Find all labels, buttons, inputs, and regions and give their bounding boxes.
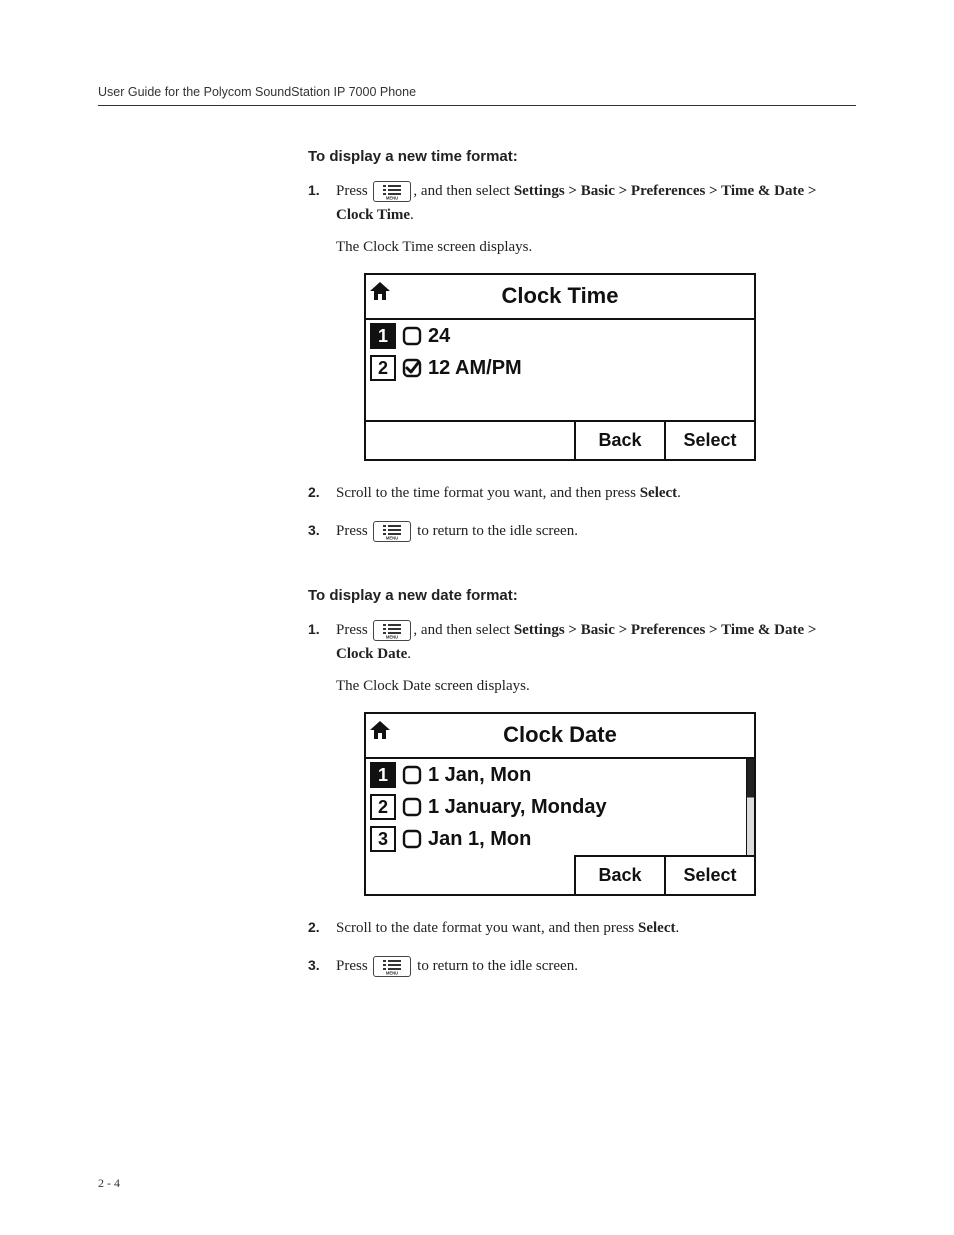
step-caption: The Clock Date screen displays. — [336, 674, 848, 698]
softkey-bar: Back Select — [366, 420, 754, 459]
menu-key-icon: MENU — [373, 620, 411, 641]
date-step-3: 3. Press MENU to return to the idle scre… — [308, 954, 848, 978]
home-icon — [368, 277, 392, 312]
option-index: 2 — [370, 355, 396, 381]
screen-title: Clock Date — [503, 722, 617, 747]
text-fragment: , and then select — [413, 183, 513, 199]
radio-checked-icon — [402, 358, 422, 378]
home-icon — [368, 716, 392, 751]
option-index: 2 — [370, 794, 396, 820]
step-caption: The Clock Time screen displays. — [336, 235, 848, 259]
step-number: 3. — [308, 519, 320, 541]
bold-select: Select — [638, 920, 675, 936]
text-fragment: Scroll to the date format you want, and … — [336, 920, 638, 936]
menu-key-icon: MENU — [373, 956, 411, 977]
menu-key-icon: MENU — [373, 181, 411, 202]
text-fragment: . — [677, 485, 681, 501]
heading-date-format: To display a new date format: — [308, 587, 848, 604]
option-row: 3 Jan 1, Mon — [366, 823, 754, 855]
text-fragment: Press — [336, 622, 371, 638]
step-number: 3. — [308, 954, 320, 976]
option-row: 2 1 January, Monday — [366, 791, 754, 823]
menu-key-icon: MENU — [373, 521, 411, 542]
heading-time-format: To display a new time format: — [308, 148, 848, 165]
option-label: 1 January, Monday — [428, 791, 607, 823]
radio-unchecked-icon — [402, 326, 422, 346]
bold-select: Select — [640, 485, 677, 501]
radio-unchecked-icon — [402, 765, 422, 785]
radio-unchecked-icon — [402, 829, 422, 849]
date-step-2: 2. Scroll to the date format you want, a… — [308, 916, 848, 940]
text-fragment: , and then select — [413, 622, 513, 638]
softkey-back: Back — [574, 855, 664, 894]
text-fragment: Press — [336, 183, 371, 199]
step-number: 1. — [308, 618, 320, 640]
radio-unchecked-icon — [402, 797, 422, 817]
svg-text:MENU: MENU — [386, 536, 398, 541]
option-row: 1 24 — [366, 320, 754, 352]
option-row: 1 1 Jan, Mon — [366, 759, 754, 791]
softkey-back: Back — [574, 422, 664, 459]
running-header: User Guide for the Polycom SoundStation … — [98, 85, 856, 106]
option-index: 3 — [370, 826, 396, 852]
step-number: 2. — [308, 916, 320, 938]
svg-text:MENU: MENU — [386, 971, 398, 976]
step-number: 2. — [308, 481, 320, 503]
time-step-1: 1. Press MENU , and then select Settin — [308, 179, 848, 461]
text-fragment: . — [407, 646, 411, 662]
time-step-2: 2. Scroll to the time format you want, a… — [308, 481, 848, 505]
screen-title-row: Clock Date — [366, 714, 754, 759]
step-text: Press MENU , and then select Settings > … — [336, 183, 816, 223]
screen-title: Clock Time — [502, 283, 619, 308]
option-index: 1 — [370, 762, 396, 788]
text-fragment: Press — [336, 523, 371, 539]
screen-title-row: Clock Time — [366, 275, 754, 320]
softkey-bar: Back Select — [366, 855, 754, 894]
step-number: 1. — [308, 179, 320, 201]
option-index: 1 — [370, 323, 396, 349]
page-number: 2 - 4 — [98, 1176, 120, 1191]
softkey-select: Select — [664, 855, 754, 894]
svg-text:MENU: MENU — [386, 196, 398, 201]
text-fragment: Press — [336, 958, 371, 974]
text-fragment: Scroll to the time format you want, and … — [336, 485, 640, 501]
time-step-3: 3. Press MENU to return to the idle scre… — [308, 519, 848, 543]
option-label: 12 AM/PM — [428, 352, 522, 384]
option-label: Jan 1, Mon — [428, 823, 531, 855]
softkey-select: Select — [664, 422, 754, 459]
step-text: Press MENU , and then select Settings > … — [336, 622, 816, 662]
svg-text:MENU: MENU — [386, 635, 398, 640]
clock-date-screen: Clock Date 1 1 Jan, Mon 2 1 January, Mon… — [364, 712, 756, 896]
clock-time-screen: Clock Time 1 24 2 12 AM/PM — [364, 273, 756, 461]
date-step-1: 1. Press MENU , and then select Settin — [308, 618, 848, 896]
text-fragment: to return to the idle screen. — [417, 523, 578, 539]
option-label: 24 — [428, 320, 450, 352]
text-fragment: . — [676, 920, 680, 936]
text-fragment: to return to the idle screen. — [417, 958, 578, 974]
option-row: 2 12 AM/PM — [366, 352, 754, 384]
text-fragment: . — [410, 207, 414, 223]
option-label: 1 Jan, Mon — [428, 759, 531, 791]
